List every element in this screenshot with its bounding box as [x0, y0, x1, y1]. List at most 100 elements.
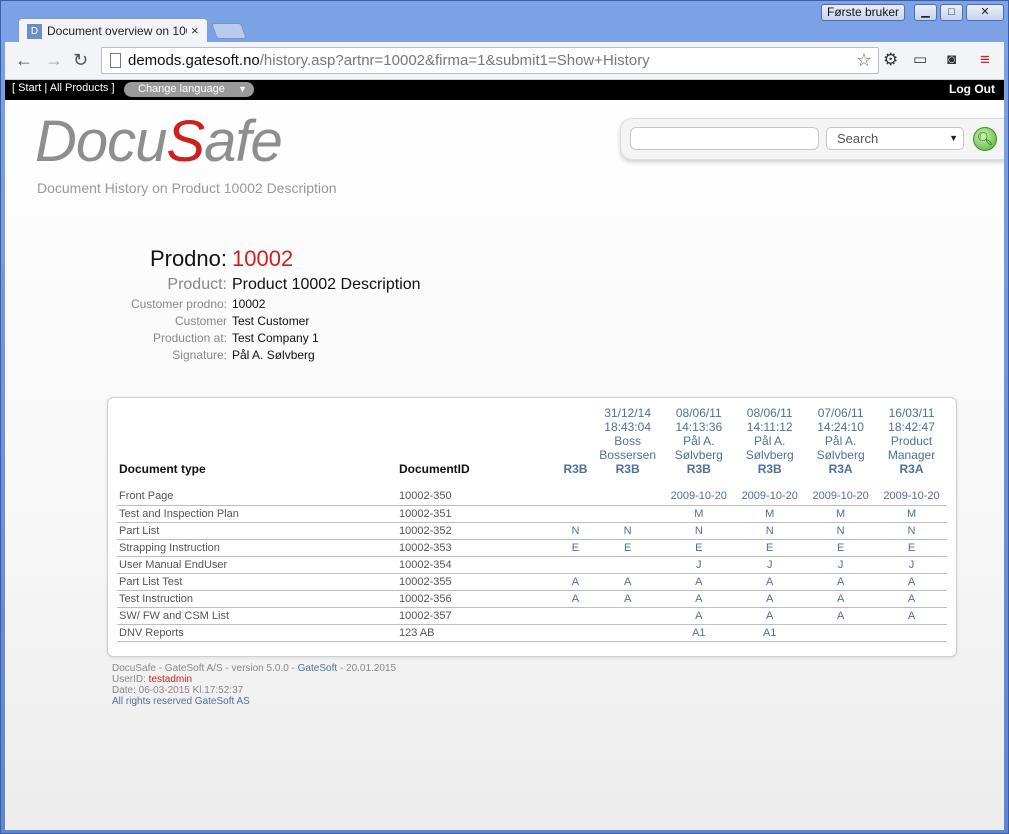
- revision-cell[interactable]: N: [559, 522, 592, 540]
- revision-cell[interactable]: M: [663, 505, 735, 523]
- prodno-label: Prodno:: [149, 246, 227, 271]
- search-input[interactable]: [630, 127, 819, 150]
- table-header-row: Document type DocumentID R3B 31/12/14 18:…: [117, 406, 947, 488]
- revision-cell[interactable]: N: [805, 522, 877, 540]
- new-tab-button[interactable]: [211, 23, 247, 39]
- forward-icon[interactable]: →: [45, 51, 63, 69]
- revision-by2: Sølvberg: [674, 448, 723, 462]
- revision-cell[interactable]: A: [559, 590, 592, 608]
- document-history-panel: Document type DocumentID R3B 31/12/14 18:…: [107, 397, 957, 657]
- search-go-icon[interactable]: 🔍︎: [973, 127, 997, 151]
- revision-cell[interactable]: A: [559, 573, 592, 591]
- revision-cell[interactable]: A: [876, 607, 947, 625]
- browser-tab[interactable]: D Document overview on 10002 ×: [18, 18, 208, 43]
- revision-cell[interactable]: 2009-10-20: [876, 488, 947, 506]
- revision-cell: [805, 624, 877, 642]
- revision-cell[interactable]: J: [663, 556, 735, 574]
- search-select[interactable]: Search ▼: [826, 127, 964, 150]
- extension-icon[interactable]: ◙: [947, 51, 956, 69]
- gatesoft-link[interactable]: GateSoft: [298, 663, 337, 674]
- revision-cell[interactable]: M: [805, 505, 877, 523]
- revision-time: 18:43:04: [604, 420, 651, 434]
- revision-cell[interactable]: E: [734, 539, 806, 557]
- revision-date: 08/06/11: [746, 406, 793, 420]
- revision-cell[interactable]: J: [734, 556, 806, 574]
- gear-icon[interactable]: ⚙: [883, 51, 898, 69]
- revision-cell[interactable]: A: [663, 607, 735, 625]
- back-icon[interactable]: ←: [15, 51, 33, 69]
- close-window-button[interactable]: ✕: [966, 4, 1004, 21]
- start-products-links[interactable]: [ Start | All Products ]: [12, 82, 115, 94]
- revision-cell[interactable]: 2009-10-20: [734, 488, 806, 506]
- doctype-cell: Front Page: [117, 488, 397, 506]
- revision-cell[interactable]: A1: [734, 624, 806, 642]
- revision-cell[interactable]: 2009-10-20: [663, 488, 735, 506]
- revision-cell[interactable]: A: [876, 573, 947, 591]
- revision-time: 14:13:36: [675, 420, 723, 434]
- change-language-dropdown[interactable]: Change language ▼: [124, 82, 254, 97]
- minimize-button[interactable]: ▁: [914, 4, 937, 21]
- revision-cell[interactable]: A: [591, 573, 664, 591]
- revision-code[interactable]: R3B: [665, 462, 732, 476]
- table-row: Part List 10002-352 N N N N N N: [117, 522, 947, 540]
- revision-cell[interactable]: N: [663, 522, 735, 540]
- revision-cell: [591, 624, 664, 642]
- revision-cell: [559, 488, 592, 506]
- revision-cell[interactable]: E: [805, 539, 877, 557]
- revision-cell[interactable]: J: [805, 556, 877, 574]
- revision-cell[interactable]: A: [876, 590, 947, 608]
- revision-by2: Sølvberg: [816, 448, 865, 462]
- revision-cell[interactable]: 2009-10-20: [805, 488, 877, 506]
- revision-code[interactable]: R3B: [736, 462, 803, 476]
- revision-cell[interactable]: N: [876, 522, 947, 540]
- footer-date-line: Date: 06-03-2015 Kl.17:52:37: [112, 685, 244, 696]
- revision-cell[interactable]: E: [591, 539, 664, 557]
- revision-date: 16/03/11: [888, 406, 935, 420]
- revision-cell[interactable]: M: [734, 505, 806, 523]
- profile-button[interactable]: Første bruker: [821, 4, 905, 21]
- search-panel: Search ▼ 🔍︎: [620, 118, 1004, 160]
- revision-cell[interactable]: N: [591, 522, 664, 540]
- close-tab-icon[interactable]: ×: [191, 23, 199, 38]
- revision-cell[interactable]: A: [734, 590, 806, 608]
- revision-cell[interactable]: M: [876, 505, 947, 523]
- revision-cell[interactable]: A: [805, 590, 877, 608]
- revision-time: 14:24:10: [817, 420, 864, 434]
- doctype-cell: Part List: [117, 522, 397, 540]
- menu-icon[interactable]: ≡: [980, 51, 990, 69]
- revision-cell[interactable]: A: [805, 573, 877, 591]
- logout-link[interactable]: Log Out: [949, 82, 995, 96]
- url-text[interactable]: demods.gatesoft.no/history.asp?artnr=100…: [128, 52, 650, 69]
- revision-cell[interactable]: A1: [663, 624, 735, 642]
- revision-code[interactable]: R3B: [561, 462, 590, 476]
- revision-cell[interactable]: A: [591, 590, 664, 608]
- address-bar[interactable]: demods.gatesoft.no/history.asp?artnr=100…: [101, 47, 879, 74]
- revision-cell[interactable]: E: [559, 539, 592, 557]
- revision-by1: Pål A.: [824, 434, 857, 448]
- revision-cell[interactable]: E: [876, 539, 947, 557]
- revision-cell[interactable]: E: [663, 539, 735, 557]
- revision-cell[interactable]: A: [663, 590, 735, 608]
- reload-icon[interactable]: ↻: [73, 51, 88, 69]
- revision-cell[interactable]: A: [805, 607, 877, 625]
- revision-cell[interactable]: A: [663, 573, 735, 591]
- table-row: DNV Reports 123 AB A1 A1: [117, 624, 947, 642]
- star-icon[interactable]: ☆: [856, 50, 872, 71]
- revision-code[interactable]: R3A: [807, 462, 874, 476]
- revision-cell[interactable]: A: [734, 607, 806, 625]
- revision-time: 18:42:47: [888, 420, 935, 434]
- revision-header: 07/06/11 14:24:10 Pål A. Sølvberg R3A: [805, 406, 876, 488]
- docid-cell: 10002-354: [397, 556, 559, 574]
- cast-icon[interactable]: ▭: [913, 51, 927, 69]
- customer-value: Test Customer: [232, 314, 310, 328]
- revision-header: 08/06/11 14:13:36 Pål A. Sølvberg R3B: [663, 406, 734, 488]
- revision-cell[interactable]: N: [734, 522, 806, 540]
- revision-cell[interactable]: J: [876, 556, 947, 574]
- maximize-button[interactable]: □: [940, 4, 963, 21]
- docid-cell: 10002-353: [397, 539, 559, 557]
- revision-code[interactable]: R3B: [594, 462, 661, 476]
- revision-cell[interactable]: A: [734, 573, 806, 591]
- table-row: Test Instruction 10002-356 A A A A A A: [117, 590, 947, 608]
- table-row: Front Page 10002-350 2009-10-20 2009-10-20 2…: [117, 488, 947, 506]
- revision-code[interactable]: R3A: [878, 462, 945, 476]
